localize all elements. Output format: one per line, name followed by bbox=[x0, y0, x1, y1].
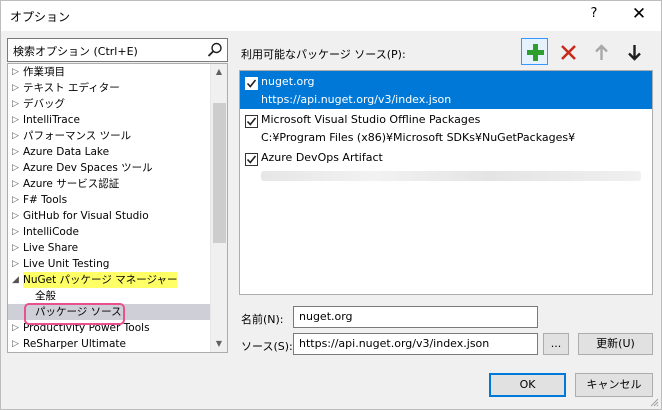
scroll-down-arrow-icon[interactable]: ▼ bbox=[211, 336, 227, 352]
expand-arrow-icon[interactable]: ▷ bbox=[12, 160, 22, 176]
tree-item-label: パフォーマンス ツール bbox=[23, 130, 132, 142]
plus-icon bbox=[527, 44, 544, 61]
add-source-button[interactable] bbox=[521, 38, 548, 65]
expand-arrow-icon[interactable]: ▷ bbox=[12, 176, 22, 192]
source-value: https://api.nuget.org/v3/index.json bbox=[299, 337, 490, 350]
redacted-url bbox=[261, 171, 641, 181]
source-item-azure-devops[interactable]: Azure DevOps Artifact bbox=[240, 147, 652, 185]
expand-arrow-icon[interactable]: ▷ bbox=[12, 256, 22, 272]
package-source-list[interactable]: nuget.org https://api.nuget.org/v3/index… bbox=[239, 70, 653, 295]
tree-item-label: IntelliTrace bbox=[23, 114, 80, 126]
source-name: Microsoft Visual Studio Offline Packages bbox=[261, 113, 481, 126]
x-icon bbox=[561, 45, 576, 60]
resize-grip-icon[interactable] bbox=[649, 397, 659, 407]
tree-item-performance-tools[interactable]: ▷ パフォーマンス ツール bbox=[8, 128, 210, 144]
source-item-vs-offline[interactable]: Microsoft Visual Studio Offline Packages… bbox=[240, 109, 652, 147]
tree-item-azure-data-lake[interactable]: ▷ Azure Data Lake bbox=[8, 144, 210, 160]
tree-item-label: NuGet パッケージ マネージャー bbox=[23, 272, 178, 288]
tree-item-label: GitHub for Visual Studio bbox=[23, 210, 149, 222]
source-checkbox[interactable] bbox=[245, 153, 258, 166]
tree-item-label: デバッグ bbox=[23, 98, 65, 110]
name-value: nuget.org bbox=[299, 310, 353, 323]
expand-arrow-icon[interactable]: ▷ bbox=[12, 336, 22, 352]
tree-item-nuget-package-manager[interactable]: ◢ NuGet パッケージ マネージャー bbox=[8, 272, 210, 288]
expand-arrow-icon[interactable]: ▷ bbox=[12, 144, 22, 160]
remove-source-button[interactable] bbox=[554, 38, 581, 65]
source-item-nuget-org[interactable]: nuget.org https://api.nuget.org/v3/index… bbox=[240, 71, 652, 109]
expand-arrow-icon[interactable]: ▷ bbox=[12, 112, 22, 128]
expand-arrow-icon[interactable]: ▷ bbox=[12, 192, 22, 208]
tree-item-work-items[interactable]: ▷ 作業項目 bbox=[8, 64, 210, 80]
expand-arrow-icon[interactable]: ▷ bbox=[12, 64, 22, 80]
tree-item-resharper-ultimate[interactable]: ▷ ReSharper Ultimate bbox=[8, 336, 210, 352]
options-dialog: オプション ? ✕ 検索オプション (Ctrl+E) ▷ 作業項目 ▷ テキスト… bbox=[0, 0, 662, 410]
tree-item-label: Live Share bbox=[23, 242, 79, 254]
tree-item-label: F# Tools bbox=[23, 194, 68, 206]
expand-arrow-icon[interactable]: ▷ bbox=[12, 208, 22, 224]
close-button[interactable]: ✕ bbox=[629, 4, 649, 24]
tree-item-label: ReSharper Ultimate bbox=[23, 338, 127, 350]
search-icon[interactable] bbox=[206, 41, 224, 59]
expand-arrow-icon[interactable]: ▷ bbox=[12, 80, 22, 96]
tree-item-label: 作業項目 bbox=[23, 66, 65, 78]
expand-arrow-icon[interactable]: ▷ bbox=[12, 240, 22, 256]
tree-item-live-unit-testing[interactable]: ▷ Live Unit Testing bbox=[8, 256, 210, 272]
help-button[interactable]: ? bbox=[586, 6, 602, 21]
tree-scrollbar[interactable]: ▲ ▼ bbox=[210, 64, 227, 352]
name-field[interactable]: nuget.org bbox=[293, 306, 538, 328]
expand-arrow-icon[interactable]: ▷ bbox=[12, 128, 22, 144]
expand-arrow-icon[interactable]: ▷ bbox=[12, 96, 22, 112]
move-up-button[interactable] bbox=[587, 38, 614, 65]
search-placeholder: 検索オプション (Ctrl+E) bbox=[13, 45, 138, 58]
arrow-down-icon bbox=[628, 45, 641, 61]
collapse-arrow-icon[interactable]: ◢ bbox=[12, 272, 22, 288]
tree-item-github[interactable]: ▷ GitHub for Visual Studio bbox=[8, 208, 210, 224]
annotation-highlight-box bbox=[24, 303, 125, 325]
tree-item-intellicode[interactable]: ▷ IntelliCode bbox=[8, 224, 210, 240]
tree-item-label: Azure Data Lake bbox=[23, 146, 110, 158]
scroll-thumb[interactable] bbox=[213, 103, 226, 243]
window-title: オプション bbox=[10, 10, 71, 24]
options-tree[interactable]: ▷ 作業項目 ▷ テキスト エディター ▷ デバッグ ▷ IntelliTrac… bbox=[7, 63, 228, 353]
tree-item-label: Azure Dev Spaces ツール bbox=[23, 162, 153, 174]
checkmark-icon bbox=[246, 155, 257, 164]
name-label: 名前(N): bbox=[241, 313, 284, 326]
expand-arrow-icon[interactable]: ▷ bbox=[12, 320, 22, 336]
source-name: nuget.org bbox=[261, 75, 315, 88]
cancel-button[interactable]: キャンセル bbox=[575, 373, 653, 397]
tree-item-debugging[interactable]: ▷ デバッグ bbox=[8, 96, 210, 112]
source-checkbox[interactable] bbox=[245, 77, 258, 90]
tree-item-label: テキスト エディター bbox=[23, 82, 120, 94]
ok-button[interactable]: OK bbox=[489, 373, 566, 397]
arrow-up-icon bbox=[595, 44, 608, 60]
update-button[interactable]: 更新(U) bbox=[578, 333, 653, 355]
browse-button[interactable]: ... bbox=[543, 333, 569, 355]
source-url: C:¥Program Files (x86)¥Microsoft SDKs¥Nu… bbox=[261, 131, 576, 144]
title-bar: オプション ? ✕ bbox=[1, 1, 661, 31]
tree-item-azure-service-auth[interactable]: ▷ Azure サービス認証 bbox=[8, 176, 210, 192]
checkmark-icon bbox=[246, 79, 257, 88]
tree-item-text-editor[interactable]: ▷ テキスト エディター bbox=[8, 80, 210, 96]
tree-item-live-share[interactable]: ▷ Live Share bbox=[8, 240, 210, 256]
tree-item-intellitrace[interactable]: ▷ IntelliTrace bbox=[8, 112, 210, 128]
tree-item-label: 全般 bbox=[35, 290, 56, 302]
tree-item-general[interactable]: 全般 bbox=[8, 288, 210, 304]
search-input[interactable]: 検索オプション (Ctrl+E) bbox=[7, 38, 228, 62]
checkmark-icon bbox=[246, 117, 257, 126]
expand-arrow-icon[interactable]: ▷ bbox=[12, 224, 22, 240]
tree-item-label: Live Unit Testing bbox=[23, 258, 110, 270]
tree-item-label: IntelliCode bbox=[23, 226, 79, 238]
source-field[interactable]: https://api.nuget.org/v3/index.json bbox=[293, 333, 538, 355]
move-down-button[interactable] bbox=[620, 38, 647, 65]
tree-item-label: Azure サービス認証 bbox=[23, 178, 120, 190]
tree-item-fsharp-tools[interactable]: ▷ F# Tools bbox=[8, 192, 210, 208]
source-name: Azure DevOps Artifact bbox=[261, 151, 383, 164]
source-checkbox[interactable] bbox=[245, 115, 258, 128]
scroll-up-arrow-icon[interactable]: ▲ bbox=[211, 64, 227, 80]
source-url: https://api.nuget.org/v3/index.json bbox=[261, 93, 452, 106]
source-label: ソース(S): bbox=[241, 340, 293, 353]
tree-item-azure-dev-spaces[interactable]: ▷ Azure Dev Spaces ツール bbox=[8, 160, 210, 176]
package-sources-label: 利用可能なパッケージ ソース(P): bbox=[241, 48, 406, 61]
